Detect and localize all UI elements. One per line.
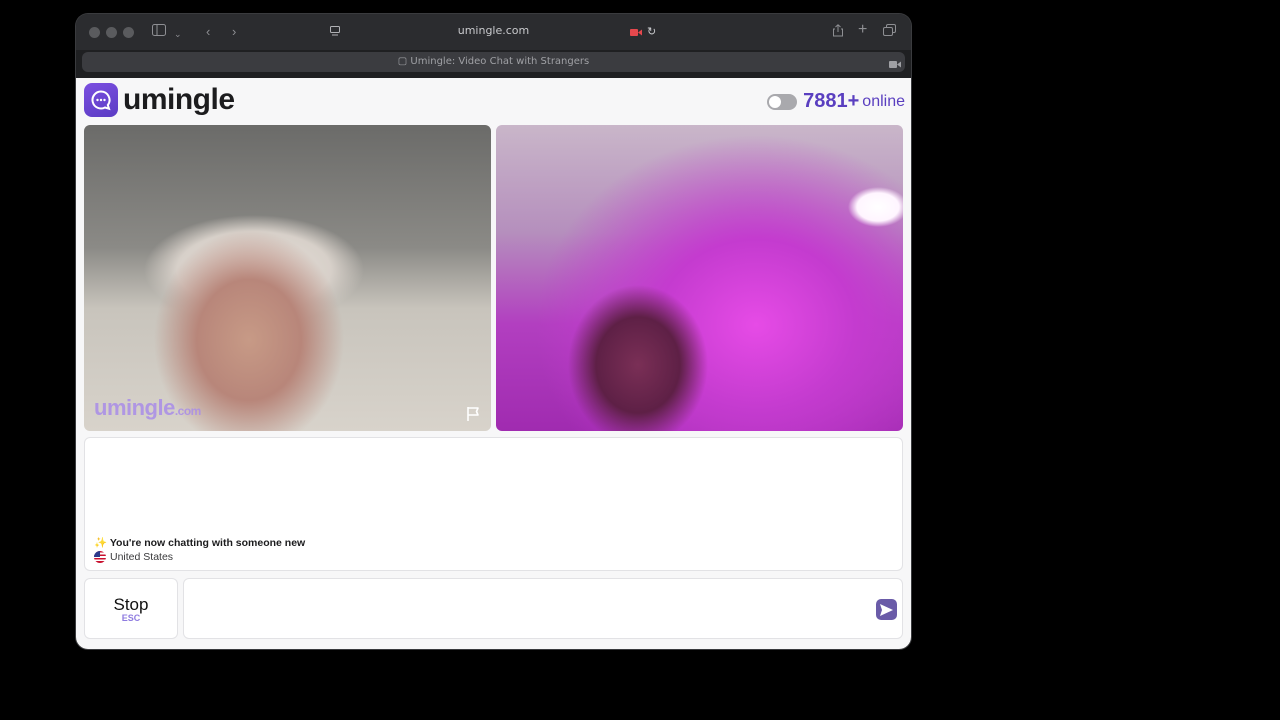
- tab-overview-icon[interactable]: [883, 24, 896, 40]
- online-label: online: [862, 92, 905, 110]
- us-flag-icon: [94, 551, 106, 563]
- watermark-suffix: .com: [174, 404, 202, 418]
- stop-shortcut-hint: ESC: [121, 613, 141, 623]
- browser-titlebar: ⌄ ‹ › umingle.com ↻ +: [76, 14, 911, 50]
- stop-button-label: Stop: [113, 595, 149, 614]
- reload-icon[interactable]: ↻: [647, 24, 656, 40]
- online-toggle[interactable]: [767, 93, 798, 110]
- chat-status-text: You're now chatting with someone new: [109, 537, 306, 549]
- camera-active-icon[interactable]: [630, 25, 642, 41]
- page-content: umingle 7881+ online umingle.com ✨ You'r…: [76, 78, 911, 649]
- chat-bubble-icon: [84, 83, 118, 117]
- message-composer: [183, 578, 903, 639]
- chat-log: ✨ You're now chatting with someone new U…: [84, 437, 903, 571]
- site-logo[interactable]: umingle: [84, 83, 235, 117]
- active-tab[interactable]: ▢ Umingle: Video Chat with Strangers: [82, 56, 905, 67]
- report-flag-icon[interactable]: [465, 405, 483, 423]
- share-icon[interactable]: [832, 24, 844, 41]
- video-watermark: umingle.com: [94, 395, 201, 421]
- send-icon: [880, 603, 893, 616]
- stop-button[interactable]: Stop ESC: [84, 578, 178, 639]
- message-input[interactable]: [192, 587, 862, 630]
- partner-country: United States: [94, 551, 173, 563]
- logo-text: umingle: [123, 83, 235, 116]
- address-bar-url[interactable]: umingle.com: [76, 24, 911, 37]
- tab-bar: ▢ Umingle: Video Chat with Strangers: [82, 52, 905, 72]
- chat-status-message: ✨ You're now chatting with someone new: [94, 536, 305, 549]
- online-count: 7881+: [803, 90, 860, 112]
- remote-video-feed: [496, 125, 903, 431]
- watermark-main: umingle: [94, 395, 175, 420]
- video-camera-icon[interactable]: [889, 56, 901, 74]
- new-tab-icon[interactable]: +: [858, 22, 867, 38]
- browser-window: ⌄ ‹ › umingle.com ↻ + ▢ Umingle: Video C…: [76, 14, 911, 649]
- tab-title-label: Umingle: Video Chat with Strangers: [410, 56, 590, 67]
- country-name: United States: [110, 551, 174, 563]
- send-button[interactable]: [876, 599, 897, 620]
- local-video-feed: umingle.com: [84, 125, 491, 431]
- online-indicator: 7881+ online: [767, 90, 905, 113]
- chat-favicon-icon: ▢: [397, 56, 408, 67]
- sparkles-icon: ✨: [94, 537, 108, 549]
